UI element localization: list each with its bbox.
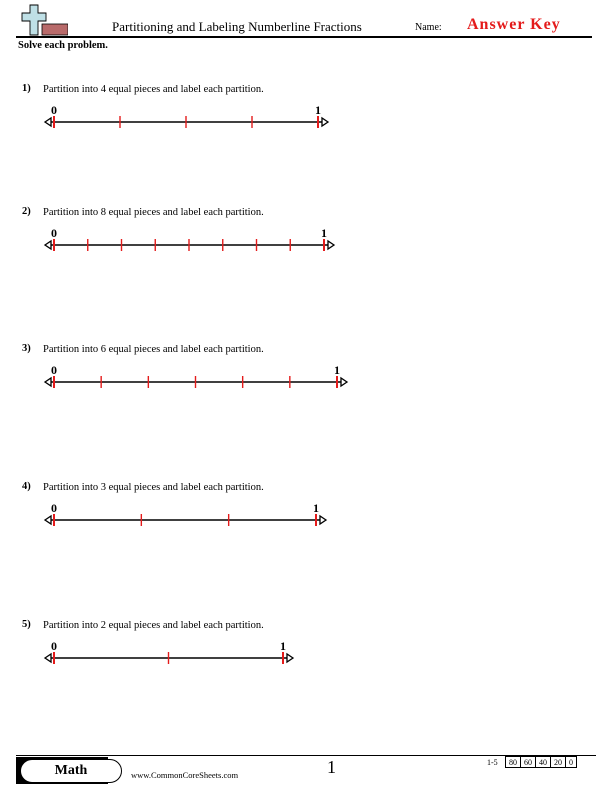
score-range: 1-5	[487, 758, 498, 767]
left-arrow-icon	[43, 116, 52, 128]
problem-prompt: Partition into 8 equal pieces and label …	[43, 207, 264, 218]
right-arrow-icon	[321, 116, 330, 128]
problem-4: 4) Partition into 3 equal pieces and lab…	[0, 481, 612, 541]
number-line: 01	[43, 226, 336, 251]
end-label: 1	[334, 363, 340, 377]
left-arrow-icon	[43, 514, 52, 526]
start-label: 0	[51, 639, 57, 653]
problem-2: 2) Partition into 8 equal pieces and lab…	[0, 206, 612, 266]
problem-number: 4)	[22, 481, 31, 492]
problem-prompt: Partition into 6 equal pieces and label …	[43, 344, 264, 355]
end-label: 1	[313, 501, 319, 515]
left-arrow-icon	[43, 239, 52, 251]
number-line: 01	[43, 501, 328, 526]
score-table: 80 60 40 20 0	[505, 756, 577, 768]
number-line: 01	[43, 103, 330, 128]
end-label: 1	[321, 226, 327, 240]
name-value-answer-key: Answer Key	[467, 16, 561, 33]
score-cell: 40	[535, 756, 551, 768]
problem-number: 2)	[22, 206, 31, 217]
start-label: 0	[51, 226, 57, 240]
problem-1: 1) Partition into 4 equal pieces and lab…	[0, 83, 612, 143]
end-label: 1	[315, 103, 321, 117]
problem-prompt: Partition into 2 equal pieces and label …	[43, 620, 264, 631]
start-label: 0	[51, 103, 57, 117]
problem-number: 5)	[22, 619, 31, 630]
left-arrow-icon	[43, 652, 52, 664]
problem-prompt: Partition into 3 equal pieces and label …	[43, 482, 264, 493]
site-url: www.CommonCoreSheets.com	[131, 770, 239, 780]
end-label: 1	[280, 639, 286, 653]
right-arrow-icon	[286, 652, 295, 664]
start-label: 0	[51, 501, 57, 515]
page-number: 1	[327, 757, 336, 777]
start-label: 0	[51, 363, 57, 377]
instructions: Solve each problem.	[18, 40, 108, 51]
score-cell: 20	[550, 756, 566, 768]
right-arrow-icon	[340, 376, 349, 388]
plus-cross-logo-icon	[21, 4, 68, 36]
problem-3: 3) Partition into 6 equal pieces and lab…	[0, 343, 612, 403]
score-cell: 0	[565, 756, 577, 768]
name-label: Name:	[415, 22, 442, 33]
number-line: 01	[43, 363, 349, 388]
problem-number: 1)	[22, 83, 31, 94]
left-arrow-icon	[43, 376, 52, 388]
score-cell: 60	[520, 756, 536, 768]
number-line: 01	[43, 639, 295, 664]
problem-prompt: Partition into 4 equal pieces and label …	[43, 84, 264, 95]
subject-badge: Math	[20, 759, 122, 783]
right-arrow-icon	[327, 239, 336, 251]
right-arrow-icon	[319, 514, 328, 526]
header-divider	[16, 36, 592, 38]
problem-5: 5) Partition into 2 equal pieces and lab…	[0, 619, 612, 679]
problem-number: 3)	[22, 343, 31, 354]
worksheet-title: Partitioning and Labeling Numberline Fra…	[112, 19, 362, 34]
score-cell: 80	[505, 756, 521, 768]
